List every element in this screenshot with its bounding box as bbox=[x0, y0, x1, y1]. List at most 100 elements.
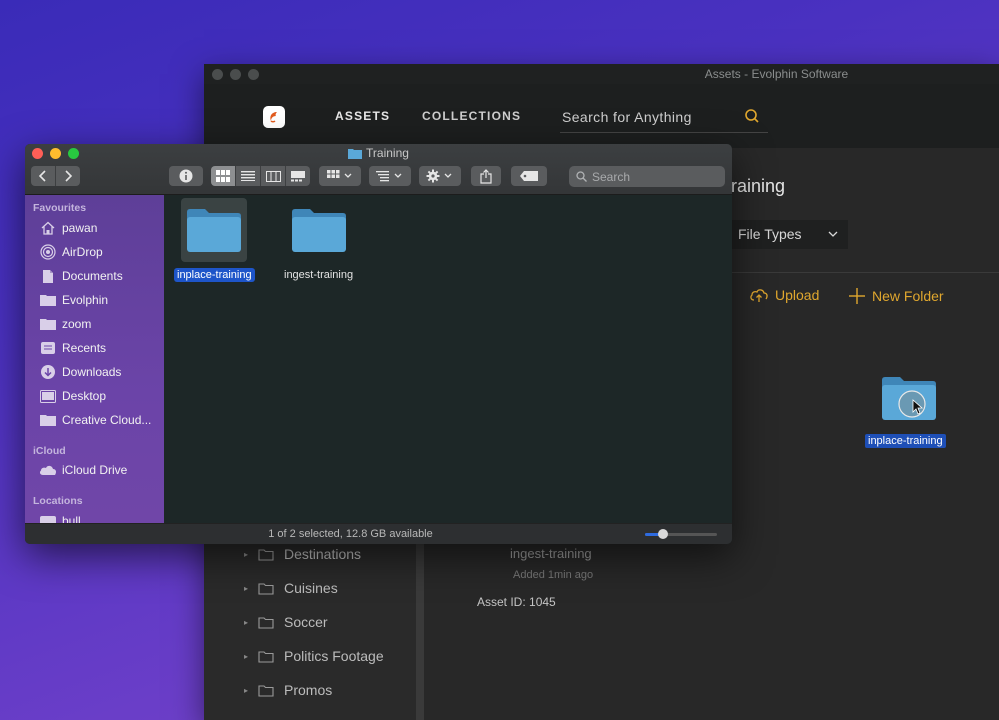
sidebar-item-label: AirDrop bbox=[62, 245, 103, 259]
chevron-right-icon bbox=[65, 170, 73, 182]
sidebar-item-documents[interactable]: Documents bbox=[39, 266, 123, 286]
file-thumb[interactable] bbox=[286, 198, 352, 262]
file-item-inplace-training[interactable]: inplace-training bbox=[174, 198, 255, 282]
collection-heading: raining bbox=[731, 176, 786, 196]
file-types-dropdown[interactable]: File Types bbox=[728, 220, 848, 249]
file-types-label: File Types bbox=[738, 226, 802, 242]
tree-item-soccer[interactable]: ▸ Soccer bbox=[244, 612, 328, 632]
group-grid-icon bbox=[327, 170, 352, 178]
tree-item-destinations[interactable]: ▸ Destinations bbox=[244, 544, 361, 564]
evolphin-titlebar: Assets - Evolphin Software bbox=[204, 64, 999, 84]
folder-icon bbox=[348, 148, 363, 159]
asset-name[interactable]: ingest-training bbox=[510, 546, 592, 561]
folder-outline-icon bbox=[258, 582, 274, 595]
folder-outline-icon bbox=[258, 548, 274, 561]
status-text: 1 of 2 selected, 12.8 GB available bbox=[268, 528, 433, 540]
search-icon[interactable] bbox=[744, 108, 760, 124]
nav-collections[interactable]: COLLECTIONS bbox=[422, 109, 521, 123]
file-name[interactable]: ingest-training bbox=[281, 268, 356, 282]
share-icon bbox=[480, 168, 492, 184]
status-bar: 1 of 2 selected, 12.8 GB available bbox=[25, 523, 732, 544]
sidebar-item-evolphin[interactable]: Evolphin bbox=[39, 290, 108, 310]
column-view-button[interactable] bbox=[261, 166, 286, 186]
desktop-icon bbox=[40, 389, 56, 403]
columns-icon bbox=[265, 170, 281, 182]
document-icon bbox=[43, 269, 53, 283]
sidebar-item-label: Documents bbox=[62, 269, 123, 283]
caret-right-icon[interactable]: ▸ bbox=[244, 686, 258, 695]
new-folder-label: New Folder bbox=[872, 288, 944, 304]
info-icon bbox=[179, 169, 193, 183]
upload-label: Upload bbox=[775, 287, 820, 303]
icon-size-slider-knob[interactable] bbox=[658, 529, 668, 539]
icon-view-button[interactable] bbox=[211, 166, 236, 186]
home-icon bbox=[41, 221, 55, 235]
folder-icon bbox=[291, 209, 346, 252]
dragged-folder-icon[interactable] bbox=[880, 374, 938, 427]
upload-button[interactable]: Upload bbox=[749, 287, 819, 303]
sidebar-item-creative-cloud[interactable]: Creative Cloud... bbox=[39, 410, 151, 430]
group-by-button[interactable] bbox=[319, 166, 361, 186]
minimize-button[interactable] bbox=[230, 69, 241, 80]
chevron-down-icon bbox=[828, 220, 838, 259]
zoom-button[interactable] bbox=[248, 69, 259, 80]
tag-icon bbox=[520, 171, 538, 181]
action-button[interactable] bbox=[419, 166, 461, 186]
evolphin-logo[interactable] bbox=[263, 106, 285, 128]
sidebar-heading-locations: Locations bbox=[33, 495, 83, 507]
tree-item-cuisines[interactable]: ▸ Cuisines bbox=[244, 578, 338, 598]
forward-button[interactable] bbox=[56, 166, 80, 186]
sort-button[interactable] bbox=[369, 166, 411, 186]
file-name[interactable]: inplace-training bbox=[174, 268, 255, 282]
search-input[interactable]: Search for Anything bbox=[560, 100, 768, 133]
dragged-item-label: inplace-training bbox=[865, 434, 946, 448]
search-input[interactable]: Search bbox=[569, 166, 725, 187]
window-title: Training bbox=[25, 146, 732, 162]
caret-right-icon[interactable]: ▸ bbox=[244, 550, 258, 559]
tags-button[interactable] bbox=[511, 166, 547, 186]
gallery-icon bbox=[291, 170, 305, 181]
file-browser: inplace-training ingest-training bbox=[164, 195, 732, 524]
sidebar-item-zoom[interactable]: zoom bbox=[39, 314, 91, 334]
window-title-text: Training bbox=[366, 146, 409, 160]
icon-size-slider[interactable] bbox=[645, 529, 717, 539]
file-thumb[interactable] bbox=[181, 198, 248, 262]
caret-right-icon[interactable]: ▸ bbox=[244, 584, 258, 593]
folder-icon bbox=[40, 295, 56, 306]
share-button[interactable] bbox=[471, 166, 501, 186]
nav-assets[interactable]: ASSETS bbox=[335, 109, 390, 123]
sidebar-item-label: Creative Cloud... bbox=[62, 413, 152, 427]
sidebar-item-label: zoom bbox=[62, 317, 92, 331]
nav-buttons bbox=[31, 166, 80, 186]
tree-item-promos[interactable]: ▸ Promos bbox=[244, 680, 332, 700]
list-view-button[interactable] bbox=[236, 166, 261, 186]
close-button[interactable] bbox=[212, 69, 223, 80]
finder-toolbar: Training Search bbox=[25, 144, 732, 195]
new-folder-button[interactable]: New Folder bbox=[848, 287, 944, 305]
sidebar-item-label: iCloud Drive bbox=[62, 463, 128, 477]
sidebar-item-label: Recents bbox=[62, 341, 107, 355]
sidebar-item-airdrop[interactable]: AirDrop bbox=[39, 242, 103, 262]
sidebar-item-recents[interactable]: Recents bbox=[39, 338, 106, 358]
get-info-button[interactable] bbox=[169, 166, 203, 186]
divider-line bbox=[724, 272, 999, 273]
caret-right-icon[interactable]: ▸ bbox=[244, 618, 258, 627]
back-button[interactable] bbox=[31, 166, 56, 186]
sidebar-item-pawan[interactable]: pawan bbox=[39, 218, 97, 238]
tree-item-politics-footage[interactable]: ▸ Politics Footage bbox=[244, 646, 384, 666]
recents-icon bbox=[41, 342, 55, 354]
gear-icon bbox=[426, 169, 452, 183]
file-item-ingest-training[interactable]: ingest-training bbox=[281, 198, 356, 282]
airdrop-icon bbox=[40, 244, 56, 260]
sidebar-item-desktop[interactable]: Desktop bbox=[39, 386, 106, 406]
gallery-view-button[interactable] bbox=[286, 166, 310, 186]
finder-sidebar: Favourites pawan AirDrop Documents Evolp… bbox=[25, 195, 164, 524]
asset-added-time: Added 1min ago bbox=[513, 569, 594, 581]
folder-icon bbox=[882, 377, 936, 420]
sidebar-item-label: Desktop bbox=[62, 389, 107, 403]
sidebar-item-icloud-drive[interactable]: iCloud Drive bbox=[39, 460, 127, 480]
folder-outline-icon bbox=[258, 650, 274, 663]
caret-right-icon[interactable]: ▸ bbox=[244, 652, 258, 661]
sidebar-item-downloads[interactable]: Downloads bbox=[39, 362, 121, 382]
tree-item-label: Destinations bbox=[284, 546, 362, 562]
